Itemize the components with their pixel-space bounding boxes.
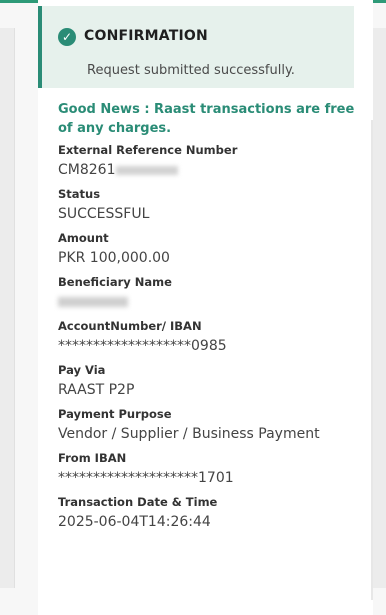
payment-purpose-label: Payment Purpose xyxy=(58,407,172,421)
check-circle-icon: ✓ xyxy=(58,28,76,46)
beneficiary-name-value xyxy=(58,291,358,313)
confirmation-card: ✓ CONFIRMATION Request submitted success… xyxy=(38,0,373,615)
card-divider xyxy=(371,120,373,600)
iban-value: *******************0985 xyxy=(58,338,227,354)
pay-via-value: RAAST P2P xyxy=(58,382,135,398)
amount-label: Amount xyxy=(58,231,109,245)
transaction-datetime-label: Transaction Date & Time xyxy=(58,495,218,509)
banner-message: Request submitted successfully. xyxy=(87,63,295,78)
right-frame-edge xyxy=(372,28,386,588)
ref-number-prefix: CM8261 xyxy=(58,162,116,178)
amount-value: PKR 100,000.00 xyxy=(58,250,170,266)
redacted-beneficiary-name xyxy=(58,297,128,307)
ref-number-value: CM8261 xyxy=(58,159,358,181)
left-frame-edge xyxy=(0,28,15,588)
confirmation-banner: ✓ CONFIRMATION Request submitted success… xyxy=(38,6,354,88)
redacted-ref-number xyxy=(116,165,179,175)
from-iban-value: ********************1701 xyxy=(58,470,234,486)
payment-purpose-value: Vendor / Supplier / Business Payment xyxy=(58,426,320,442)
good-news-notice: Good News : Raast transactions are free … xyxy=(58,102,355,136)
iban-label: AccountNumber/ IBAN xyxy=(58,319,202,333)
beneficiary-name-label: Beneficiary Name xyxy=(58,275,172,289)
banner-title: CONFIRMATION xyxy=(84,28,208,44)
transaction-details: Good News : Raast transactions are free … xyxy=(58,100,358,537)
status-value: SUCCESSFUL xyxy=(58,206,150,222)
status-label: Status xyxy=(58,187,101,201)
transaction-datetime-value: 2025-06-04T14:26:44 xyxy=(58,514,211,530)
ref-number-label: External Reference Number xyxy=(58,143,238,157)
pay-via-label: Pay Via xyxy=(58,363,106,377)
from-iban-label: From IBAN xyxy=(58,451,127,465)
